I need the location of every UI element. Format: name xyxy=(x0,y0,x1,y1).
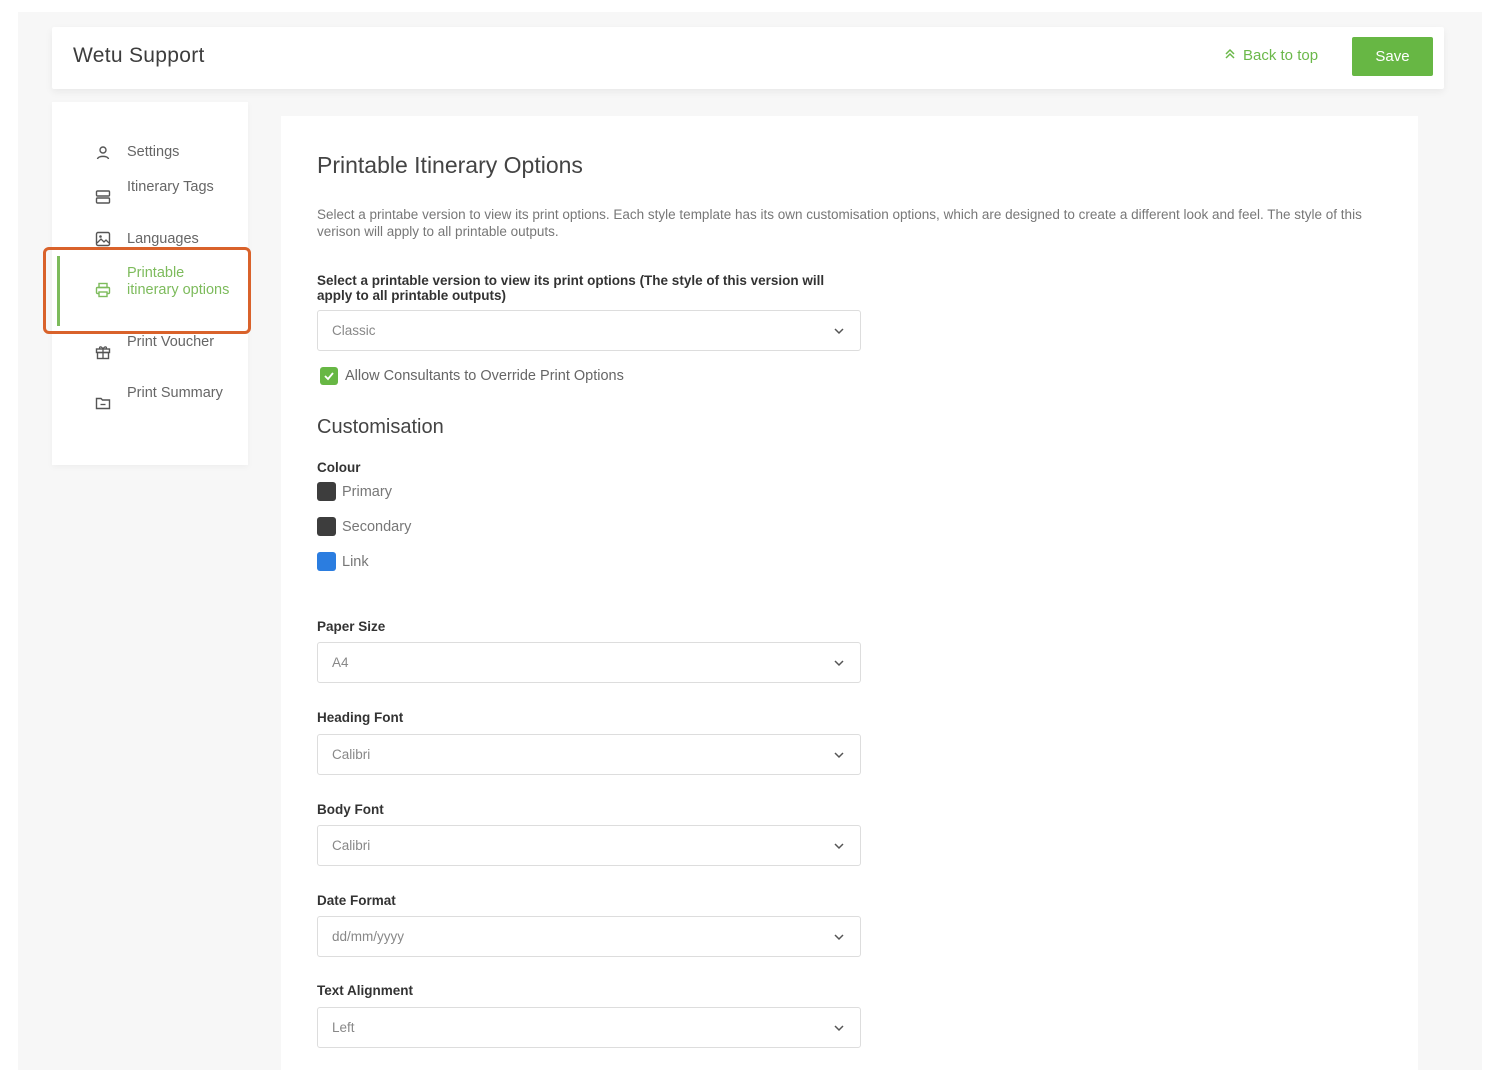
colour-swatch[interactable] xyxy=(317,517,336,536)
heading-font-label: Heading Font xyxy=(317,710,404,725)
select-value: Left xyxy=(332,1020,355,1035)
paper-size-label: Paper Size xyxy=(317,619,386,634)
sidebar-item-label: Printable itinerary options xyxy=(127,265,230,298)
sidebar: Settings Itinerary Tags Languages Printa… xyxy=(52,102,248,465)
version-select-label: Select a printable version to view its p… xyxy=(317,273,825,303)
chevron-down-icon xyxy=(832,748,846,762)
override-checkbox-row[interactable]: Allow Consultants to Override Print Opti… xyxy=(320,367,624,385)
sidebar-item-label: Itinerary Tags xyxy=(127,179,214,195)
date-format-label: Date Format xyxy=(317,893,396,908)
back-to-top-link[interactable]: Back to top xyxy=(1224,47,1318,64)
colour-primary[interactable]: Primary xyxy=(317,482,392,501)
sidebar-item-label: Print Summary xyxy=(127,385,223,401)
colour-swatch[interactable] xyxy=(317,482,336,501)
select-value: A4 xyxy=(332,655,349,670)
colour-name: Secondary xyxy=(342,518,412,535)
save-button[interactable]: Save xyxy=(1352,37,1433,76)
colour-secondary[interactable]: Secondary xyxy=(317,517,411,536)
sidebar-item-print-summary[interactable]: Print Summary xyxy=(52,384,248,420)
chevron-down-icon xyxy=(832,930,846,944)
folder-icon xyxy=(94,394,112,412)
colour-swatch[interactable] xyxy=(317,552,336,571)
sidebar-item-languages[interactable]: Languages xyxy=(52,229,248,251)
heading-font-select[interactable]: Calibri xyxy=(317,734,861,775)
select-value: Calibri xyxy=(332,747,371,762)
check-icon xyxy=(324,372,334,381)
sidebar-item-label: Settings xyxy=(127,144,180,160)
double-chevron-up-icon xyxy=(1224,47,1236,64)
select-value: Calibri xyxy=(332,838,371,853)
sidebar-item-label: Print Voucher xyxy=(127,334,215,350)
version-select[interactable]: Classic xyxy=(317,310,861,351)
date-format-select[interactable]: dd/mm/yyyy xyxy=(317,916,861,957)
tags-icon xyxy=(94,188,112,206)
customisation-title: Customisation xyxy=(317,416,444,438)
chevron-down-icon xyxy=(832,1021,846,1035)
page-title: Printable Itinerary Options xyxy=(317,152,583,178)
main-panel: Printable Itinerary Options Select a pri… xyxy=(281,116,1418,1070)
chevron-down-icon xyxy=(832,324,846,338)
colour-link[interactable]: Link xyxy=(317,552,369,571)
paper-size-select[interactable]: A4 xyxy=(317,642,861,683)
app-title: Wetu Support xyxy=(73,44,205,67)
chevron-down-icon xyxy=(832,839,846,853)
gift-icon xyxy=(94,343,112,361)
chevron-down-icon xyxy=(832,656,846,670)
sidebar-item-itinerary-tags[interactable]: Itinerary Tags xyxy=(52,178,248,214)
sidebar-item-print-voucher[interactable]: Print Voucher xyxy=(52,333,248,369)
sidebar-item-settings[interactable]: Settings xyxy=(52,142,248,164)
override-checkbox[interactable] xyxy=(320,367,338,385)
image-icon xyxy=(94,230,112,248)
back-to-top-label: Back to top xyxy=(1243,47,1319,64)
override-checkbox-label: Allow Consultants to Override Print Opti… xyxy=(345,368,624,384)
body-font-select[interactable]: Calibri xyxy=(317,825,861,866)
body-font-label: Body Font xyxy=(317,802,384,817)
top-header: Wetu Support Back to top Save xyxy=(52,27,1444,89)
page-description: Select a printabe version to view its pr… xyxy=(317,207,1362,239)
user-icon xyxy=(94,144,112,162)
colour-name: Primary xyxy=(342,483,392,500)
text-alignment-label: Text Alignment xyxy=(317,983,414,998)
sidebar-item-printable-itinerary-options[interactable]: Printable itinerary options xyxy=(52,264,248,316)
select-value: dd/mm/yyyy xyxy=(332,929,405,944)
colour-label: Colour xyxy=(317,460,361,475)
colour-name: Link xyxy=(342,553,369,570)
select-value: Classic xyxy=(332,323,376,338)
printer-icon xyxy=(94,281,112,299)
text-alignment-select[interactable]: Left xyxy=(317,1007,861,1048)
sidebar-item-label: Languages xyxy=(127,231,199,247)
